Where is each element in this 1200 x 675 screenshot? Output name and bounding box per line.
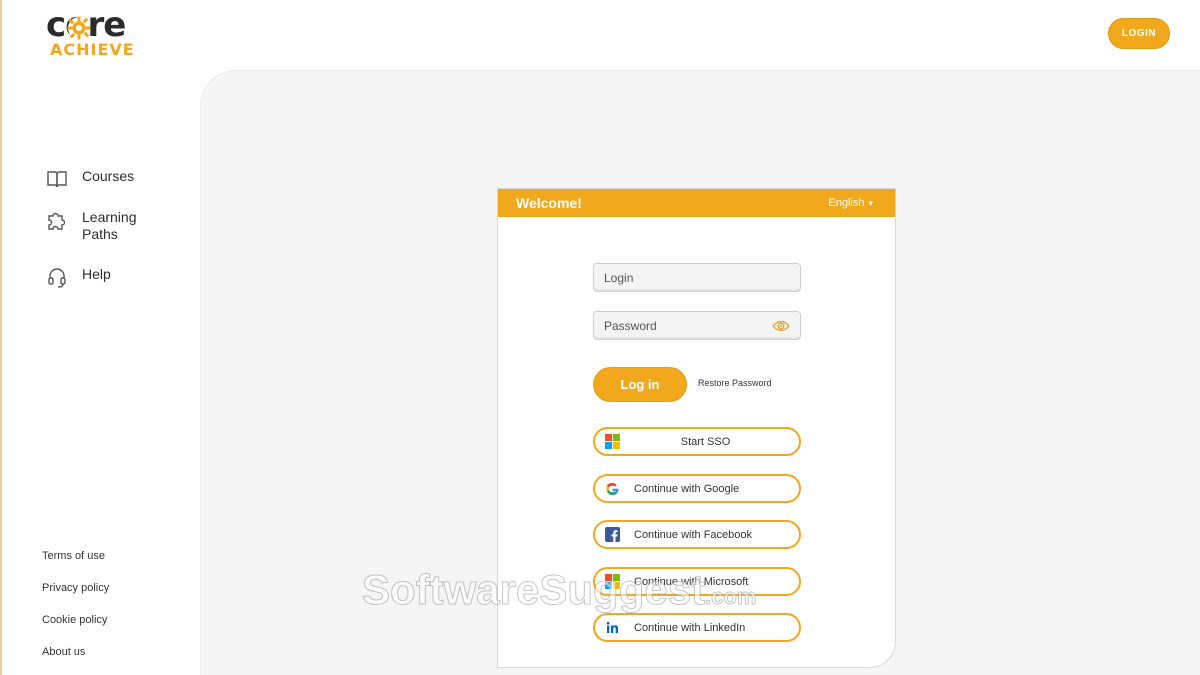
login-placeholder: Login bbox=[604, 270, 634, 285]
facebook-login-button[interactable]: Continue with Facebook bbox=[593, 520, 801, 549]
login-card: Welcome! English ▾ Login Password Log in… bbox=[497, 188, 896, 668]
terms-of-use-link[interactable]: Terms of use bbox=[42, 548, 109, 580]
sidebar-item-help[interactable]: Help bbox=[46, 266, 111, 288]
login-input[interactable]: Login bbox=[593, 263, 801, 292]
chevron-down-icon: ▾ bbox=[868, 197, 873, 208]
linkedin-login-button[interactable]: Continue with LinkedIn bbox=[593, 613, 801, 642]
sso-label: Start SSO bbox=[680, 435, 731, 448]
microsoft-login-button[interactable]: Continue with Microsoft bbox=[593, 567, 801, 596]
start-sso-button[interactable]: Start SSO bbox=[593, 427, 801, 456]
facebook-icon bbox=[605, 527, 620, 542]
password-placeholder: Password bbox=[604, 318, 657, 333]
eye-icon[interactable] bbox=[772, 317, 790, 335]
sidebar-item-label: Help bbox=[82, 266, 111, 282]
language-label: English bbox=[828, 197, 865, 209]
puzzle-icon bbox=[48, 212, 66, 230]
sidebar-item-label: Learning Paths bbox=[82, 209, 137, 242]
sidebar-item-courses[interactable]: Courses bbox=[46, 168, 134, 190]
sidebar-item-learning-paths[interactable]: Learning Paths bbox=[46, 209, 152, 243]
google-icon bbox=[606, 482, 619, 496]
login-button[interactable]: Log in bbox=[593, 367, 687, 402]
linkedin-icon bbox=[605, 620, 620, 635]
logo-tagline: ACHIEVE bbox=[50, 40, 135, 59]
about-us-link[interactable]: About us bbox=[42, 644, 109, 675]
restore-password-link[interactable]: Restore Password bbox=[698, 378, 772, 388]
language-selector[interactable]: English ▾ bbox=[828, 197, 873, 209]
header-login-button[interactable]: LOGIN bbox=[1108, 18, 1170, 49]
welcome-title: Welcome! bbox=[516, 195, 582, 211]
sso-label: Continue with Facebook bbox=[634, 528, 753, 541]
gear-icon bbox=[67, 16, 91, 40]
book-icon bbox=[47, 171, 67, 188]
sso-label: Continue with Microsoft bbox=[634, 575, 749, 588]
headset-icon bbox=[48, 268, 66, 288]
privacy-policy-link[interactable]: Privacy policy bbox=[42, 580, 109, 612]
google-login-button[interactable]: Continue with Google bbox=[593, 474, 801, 503]
login-card-header: Welcome! English ▾ bbox=[498, 189, 895, 217]
microsoft-icon bbox=[605, 574, 620, 589]
cookie-policy-link[interactable]: Cookie policy bbox=[42, 612, 109, 644]
core-achieve-logo[interactable]: core ACHIEVE bbox=[46, 6, 158, 60]
sso-label: Continue with LinkedIn bbox=[634, 621, 746, 634]
window-edge bbox=[0, 0, 2, 675]
password-input[interactable]: Password bbox=[593, 311, 801, 340]
windows-icon bbox=[605, 434, 620, 449]
sso-label: Continue with Google bbox=[634, 482, 740, 495]
sidebar-footer: Terms of use Privacy policy Cookie polic… bbox=[42, 548, 109, 675]
sidebar-item-label: Courses bbox=[82, 168, 135, 184]
